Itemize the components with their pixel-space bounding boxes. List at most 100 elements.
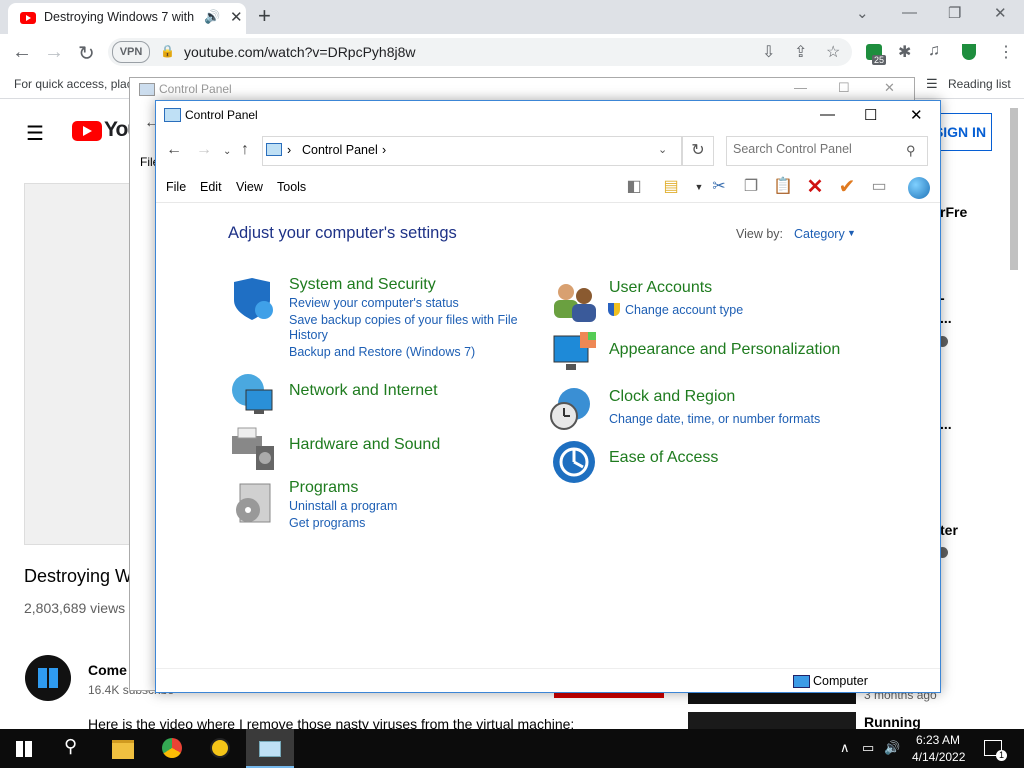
youtube-logo-icon[interactable] [72,121,102,141]
media-icon[interactable]: ♫ [928,42,940,60]
close-button[interactable]: ✕ [884,80,895,96]
related-title[interactable]: ter [940,522,958,538]
hardware-printer-icon[interactable] [230,426,276,472]
menu-kebab-icon[interactable]: ⋮ [998,42,1014,62]
link-file-history-cont[interactable]: History [289,328,328,342]
category-system-security[interactable]: System and Security [289,276,436,294]
chevron-down-icon[interactable]: ▼ [688,176,710,198]
close-button[interactable]: ✕ [910,106,923,124]
link-backup-restore[interactable]: Backup and Restore (Windows 7) [289,345,475,359]
clock-globe-icon[interactable] [548,386,594,432]
chevron-down-icon[interactable]: ▼ [847,228,856,238]
link-review-status[interactable]: Review your computer's status [289,296,459,310]
restore-button[interactable]: ❐ [948,4,961,22]
reload-icon[interactable]: ↻ [78,41,95,66]
clock-date[interactable]: 4/14/2022 [912,750,965,764]
browser-tab[interactable]: Destroying Windows 7 with 🔊 ✕ [8,3,246,34]
category-appearance[interactable]: Appearance and Personalization [609,341,840,359]
link-change-account-type[interactable]: Change account type [625,303,743,317]
chevron-up-icon[interactable]: ∧ [840,740,850,756]
link-change-date-formats[interactable]: Change date, time, or number formats [609,412,820,426]
network-globe-icon[interactable] [230,372,276,418]
related-title[interactable]: rFre [940,204,967,220]
related-thumbnail[interactable] [688,712,856,730]
search-icon[interactable]: ⚲ [906,143,916,159]
category-programs[interactable]: Programs [289,479,358,497]
volume-icon[interactable]: 🔊 [884,740,900,756]
related-title[interactable]: ... [940,310,952,326]
bookmark-star-icon[interactable]: ☆ [826,42,840,62]
page-scrollbar[interactable] [1010,108,1018,270]
link-uninstall[interactable]: Uninstall a program [289,499,397,513]
category-ease-of-access[interactable]: Ease of Access [609,449,718,467]
tab-search-icon[interactable]: ⌄ [856,4,869,22]
related-title[interactable]: ... [940,416,952,432]
breadcrumb-separator-icon[interactable]: › [382,143,386,157]
vpn-badge[interactable]: VPN [112,41,150,63]
chevron-down-icon[interactable]: ⌄ [658,143,667,156]
system-security-shield-icon[interactable] [230,276,276,322]
delete-icon[interactable]: ✕ [804,176,826,198]
windows-start-icon[interactable] [16,741,32,757]
link-file-history[interactable]: Save backup copies of your files with Fi… [289,313,518,327]
related-title[interactable]: Running [864,714,921,730]
user-accounts-icon[interactable] [552,280,598,326]
minimize-button[interactable]: — [902,4,917,21]
recent-locations-icon[interactable]: ⌄ [223,146,231,157]
menu-file[interactable]: File [166,180,186,194]
puzzle-icon[interactable]: ✱ [898,42,911,62]
lock-icon[interactable]: 🔒 [160,44,175,58]
browser-app-icon[interactable] [210,738,230,758]
search-icon[interactable]: ⚲ [64,736,77,757]
back-icon[interactable]: ← [12,41,32,64]
new-tab-button[interactable]: + [258,3,271,29]
minimize-button[interactable]: — [794,80,807,95]
category-user-accounts[interactable]: User Accounts [609,279,712,297]
forward-icon[interactable]: → [44,41,64,64]
link-get-programs[interactable]: Get programs [289,516,365,530]
clock-time[interactable]: 6:23 AM [916,733,960,747]
category-clock-region[interactable]: Clock and Region [609,388,735,406]
close-button[interactable]: ✕ [994,4,1007,22]
programs-disc-icon[interactable] [230,480,276,526]
reading-list-icon[interactable]: ☰ [926,76,938,92]
chrome-icon[interactable] [162,738,182,758]
tab-close-icon[interactable]: ✕ [230,8,243,26]
menu-tools[interactable]: Tools [277,180,306,194]
maximize-button[interactable]: ☐ [864,106,877,124]
maximize-button[interactable]: ☐ [838,80,850,96]
menu-view[interactable]: View [236,180,263,194]
menu-edit[interactable]: Edit [200,180,222,194]
copy-icon[interactable]: ❐ [740,176,762,198]
globe-icon[interactable] [908,177,930,199]
shield-icon[interactable] [962,44,976,60]
file-explorer-icon[interactable] [112,740,134,759]
refresh-button[interactable]: ↻ [682,136,714,166]
share-icon[interactable]: ⇪ [794,42,807,62]
reading-list[interactable]: Reading list [948,77,1011,91]
up-icon[interactable]: ↑ [241,141,249,159]
appearance-monitor-icon[interactable] [552,330,598,376]
search-input[interactable] [733,142,893,156]
back-icon[interactable]: ← [166,141,182,159]
category-network-internet[interactable]: Network and Internet [289,382,438,400]
paste-icon[interactable]: 📋 [772,176,794,198]
channel-avatar[interactable] [25,655,71,701]
view-by-dropdown[interactable]: Category [794,227,845,241]
properties-icon[interactable]: ▭ [868,176,890,198]
preview-pane-icon[interactable]: ◧ [623,176,645,198]
network-icon[interactable]: ▭ [862,740,874,756]
breadcrumb[interactable]: Control Panel [302,143,378,157]
forward-icon[interactable]: → [196,141,212,159]
speaker-icon[interactable]: 🔊 [204,9,220,25]
breadcrumb-separator-icon[interactable]: › [287,143,291,157]
checkmark-icon[interactable]: ✔ [836,176,858,198]
cut-icon[interactable]: ✂ [708,176,730,198]
category-hardware-sound[interactable]: Hardware and Sound [289,436,440,454]
hamburger-menu-icon[interactable]: ☰ [26,121,44,146]
install-icon[interactable]: ⇩ [762,42,775,62]
ease-of-access-icon[interactable] [552,440,598,486]
organize-folder-icon[interactable]: ▤ [660,176,682,198]
minimize-button[interactable]: — [820,106,835,123]
url-text[interactable]: youtube.com/watch?v=DRpcPyh8j8w [184,44,416,60]
